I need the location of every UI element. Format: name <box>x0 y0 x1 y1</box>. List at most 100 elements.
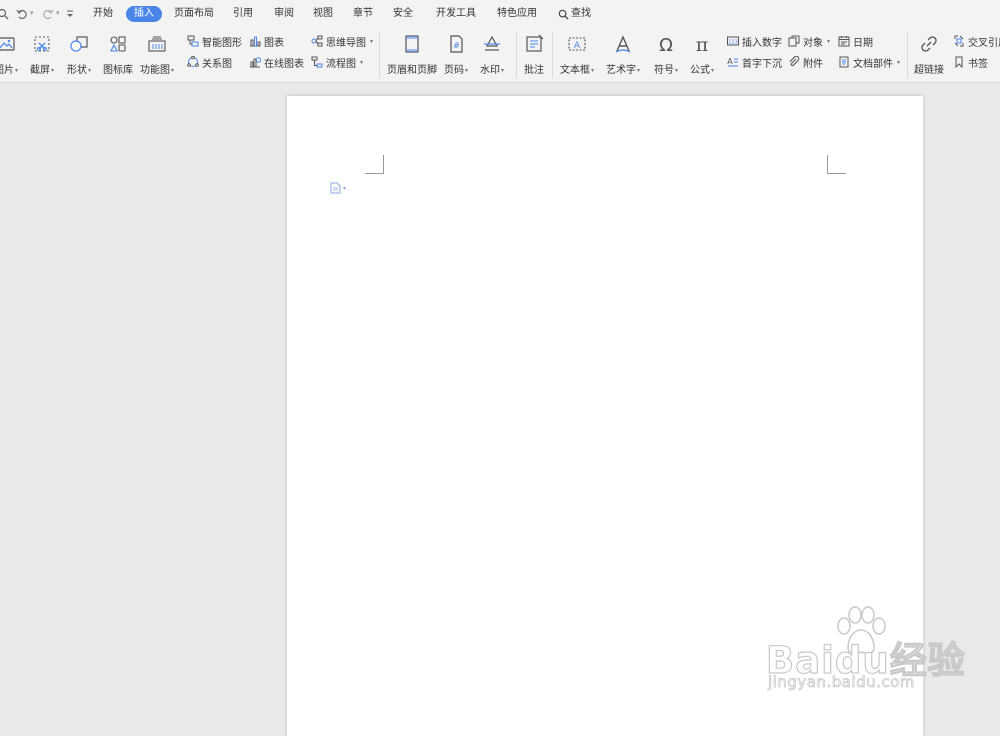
mind-map-label: 思维导图 <box>326 37 366 49</box>
shape-button[interactable]: 形状▾ <box>67 32 91 78</box>
comment-button[interactable]: 批注 <box>523 32 545 78</box>
screenshot-label: 截屏 <box>30 65 50 76</box>
search-button[interactable]: 查找 <box>558 6 591 22</box>
symbol-button[interactable]: Ω 符号▾ <box>654 32 678 78</box>
margin-corner-marker <box>365 155 384 174</box>
smart-graphic-button[interactable]: 智能图形 <box>186 33 242 49</box>
object-button[interactable]: 对象 ▾ <box>787 33 830 49</box>
cross-reference-icon <box>952 35 965 48</box>
print-preview-icon[interactable] <box>0 7 10 21</box>
paragraph-layout-button[interactable]: ▾ <box>330 182 346 194</box>
relation-chart-icon <box>186 56 199 69</box>
watermark-button[interactable]: 水印▾ <box>480 32 504 78</box>
online-chart-button[interactable]: 在线图表 <box>248 54 304 70</box>
attachment-button[interactable]: 附件 <box>787 54 823 70</box>
function-chart-label: 功能图 <box>140 65 170 76</box>
smart-graphic-icon <box>186 35 199 48</box>
textbox-label: 文本框 <box>560 65 590 76</box>
online-chart-icon <box>248 56 261 69</box>
redo-dropdown-icon[interactable]: ▾ <box>56 9 60 17</box>
insert-number-button[interactable]: 123 插入数字 <box>726 33 782 49</box>
ribbon-separator <box>516 32 517 78</box>
relation-chart-button[interactable]: 关系图 <box>186 54 232 70</box>
formula-label: 公式 <box>690 65 710 76</box>
paperclip-icon <box>787 56 800 69</box>
comment-label: 批注 <box>524 65 544 76</box>
picture-dropdown-icon: ▾ <box>15 67 19 74</box>
mind-map-dropdown-icon: ▾ <box>370 37 374 45</box>
function-chart-icon <box>146 33 168 55</box>
symbol-dropdown-icon: ▾ <box>675 67 679 74</box>
drop-cap-label: 首字下沉 <box>742 58 782 70</box>
insert-number-glyph: 123 <box>728 40 738 46</box>
flowchart-label: 流程图 <box>326 58 356 70</box>
page-number-label: 页码 <box>444 65 464 76</box>
date-button[interactable]: 日期 <box>837 33 873 49</box>
paragraph-layout-dropdown-icon: ▾ <box>343 184 347 192</box>
ribbon-separator <box>907 32 908 78</box>
chart-icon <box>248 35 261 48</box>
picture-button[interactable]: 图片▾ <box>0 32 18 78</box>
symbol-glyph: Ω <box>659 35 673 54</box>
watermark-label: 水印 <box>480 65 500 76</box>
ribbon-separator <box>379 32 380 78</box>
drop-cap-button[interactable]: A 首字下沉 <box>726 54 782 70</box>
tab-insert[interactable]: 插入 <box>126 6 162 22</box>
formula-button[interactable]: π 公式▾ <box>690 32 714 78</box>
relation-chart-label: 关系图 <box>202 58 232 70</box>
flowchart-button[interactable]: 流程图 ▾ <box>310 54 363 70</box>
undo-icon[interactable] <box>15 7 29 21</box>
object-label: 对象 <box>803 37 823 49</box>
ribbon-separator <box>552 32 553 78</box>
tab-view[interactable]: 视图 <box>313 6 333 22</box>
page-number-button[interactable]: # 页码▾ <box>444 32 468 78</box>
bookmark-button[interactable]: 书签 <box>952 54 988 70</box>
tab-references[interactable]: 引用 <box>233 6 253 22</box>
textbox-icon: A <box>566 33 588 55</box>
tab-chapter[interactable]: 章节 <box>353 6 373 22</box>
picture-label: 图片 <box>0 65 14 76</box>
document-icon <box>330 182 341 194</box>
comment-icon <box>523 33 545 55</box>
tab-security[interactable]: 安全 <box>393 6 413 22</box>
mind-map-button[interactable]: 思维导图 ▾ <box>310 33 373 49</box>
watermark-dropdown-icon: ▾ <box>501 67 505 74</box>
watermark-url: jingyan.baidu.com <box>768 673 915 692</box>
customize-icon[interactable] <box>63 7 77 21</box>
insert-number-icon: 123 <box>726 35 739 48</box>
wordart-button[interactable]: 艺术字▾ <box>606 32 640 78</box>
flowchart-dropdown-icon: ▾ <box>360 58 364 66</box>
link-icon <box>918 33 940 55</box>
symbol-icon: Ω <box>655 33 677 55</box>
function-chart-dropdown-icon: ▾ <box>171 67 175 74</box>
object-dropdown-icon: ▾ <box>827 37 831 45</box>
redo-icon[interactable] <box>41 7 55 21</box>
hyperlink-button[interactable]: 超链接 <box>914 32 944 78</box>
header-footer-icon <box>401 33 423 55</box>
calendar-icon <box>837 35 850 48</box>
tab-special-apps[interactable]: 特色应用 <box>497 6 537 22</box>
hyperlink-label: 超链接 <box>914 65 944 76</box>
insert-number-label: 插入数字 <box>742 37 782 49</box>
cross-reference-button[interactable]: 交叉引用 <box>952 33 1000 49</box>
textbox-button[interactable]: A 文本框▾ <box>560 32 594 78</box>
picture-icon <box>0 33 17 55</box>
tab-developer-tools[interactable]: 开发工具 <box>436 6 476 22</box>
icon-library-button[interactable]: 图标库 <box>103 32 133 78</box>
icon-library-icon <box>107 33 129 55</box>
chart-button[interactable]: 图表 <box>248 33 284 49</box>
function-chart-button[interactable]: 功能图▾ <box>140 32 174 78</box>
screenshot-button[interactable]: 截屏▾ <box>30 32 54 78</box>
smart-graphic-label: 智能图形 <box>202 37 242 49</box>
doc-parts-button[interactable]: 文档部件 ▾ <box>837 54 900 70</box>
header-footer-button[interactable]: 页眉和页脚 <box>387 32 437 78</box>
tab-home[interactable]: 开始 <box>93 6 113 22</box>
svg-text:A: A <box>727 57 733 66</box>
tab-page-layout[interactable]: 页面布局 <box>174 6 214 22</box>
undo-dropdown-icon[interactable]: ▾ <box>30 9 34 17</box>
tab-review[interactable]: 审阅 <box>274 6 294 22</box>
bookmark-label: 书签 <box>968 58 988 70</box>
formula-glyph: π <box>696 34 709 54</box>
online-chart-label: 在线图表 <box>264 58 304 70</box>
date-label: 日期 <box>853 37 873 49</box>
